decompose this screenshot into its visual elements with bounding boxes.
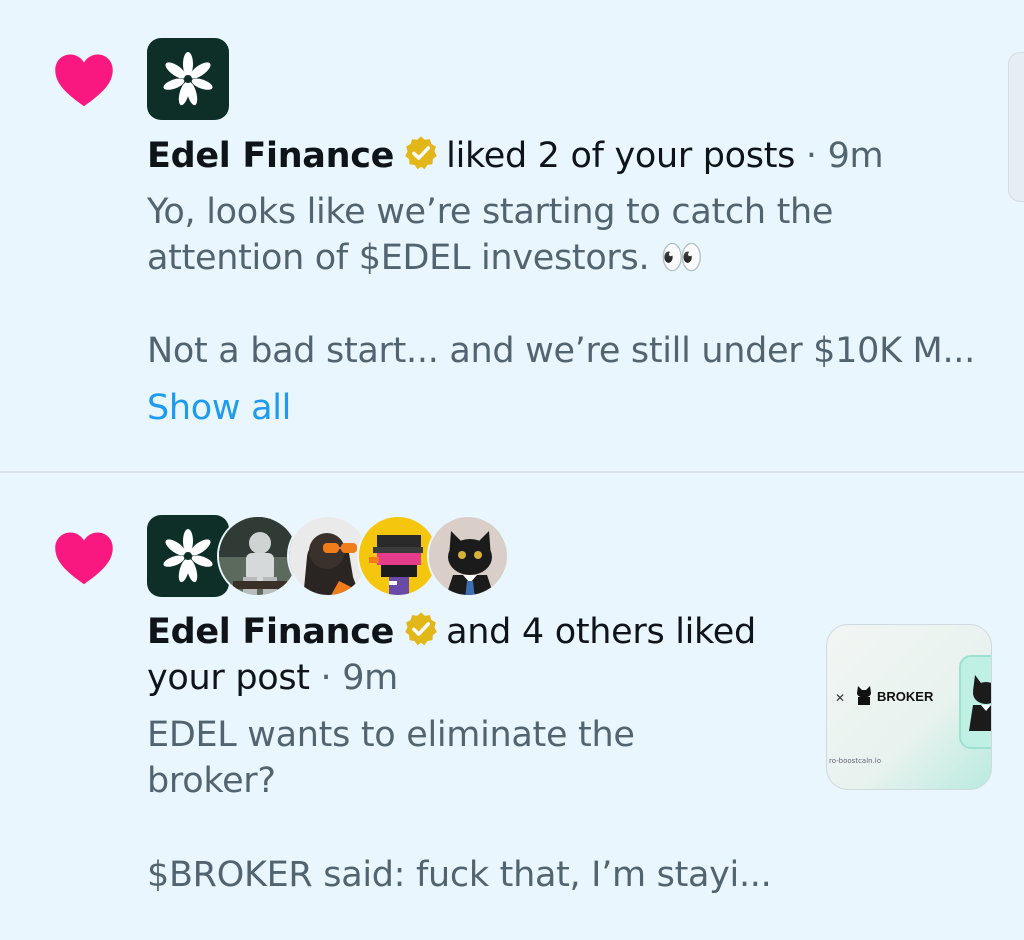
edel-finance-avatar[interactable] (147, 38, 229, 120)
scrollbar-handle[interactable] (1008, 52, 1024, 202)
media-title: BROKER (877, 689, 934, 704)
notification-action: your post (147, 658, 310, 698)
notification-header: Edel Finance and 4 others liked (147, 609, 756, 655)
post-preview-line: Not a bad start... and we’re still under… (147, 331, 975, 371)
separator: · (320, 658, 332, 698)
verified-badge-icon (405, 136, 437, 170)
actor-name[interactable]: Edel Finance (147, 612, 394, 652)
heart-icon (55, 54, 113, 107)
notification-item[interactable]: Edel Finance liked 2 of your posts · 9m Y… (0, 0, 1024, 472)
verified-badge-icon (405, 612, 437, 646)
user-avatar[interactable] (427, 515, 509, 597)
heart-icon (55, 532, 113, 585)
post-preview-line: attention of $EDEL investors. 👀 (147, 238, 704, 278)
actor-name[interactable]: Edel Finance (147, 136, 394, 176)
post-media-thumbnail[interactable]: ✕ BROKER ro-boostcaln.lo (826, 624, 992, 790)
edel-logo-icon (163, 52, 213, 106)
cat-avatar-image (429, 517, 507, 595)
media-caption: ro-boostcaln.lo (829, 757, 882, 765)
cat-illustration-icon (969, 675, 991, 731)
edel-logo-icon (163, 529, 213, 583)
post-preview-line: $BROKER said: fuck that, I’m stayi... (147, 855, 772, 895)
post-preview-line: broker? (147, 761, 276, 801)
notification-action: liked 2 of your posts (446, 136, 796, 176)
separator: · (805, 136, 817, 176)
cat-logo-icon (857, 686, 871, 705)
post-preview-line: EDEL wants to eliminate the (147, 715, 635, 755)
x-logo-icon: ✕ (835, 691, 846, 705)
post-preview-line: Yo, looks like we’re starting to catch t… (147, 192, 834, 232)
notification-action: and 4 others liked (446, 612, 756, 652)
notification-header: Edel Finance liked 2 of your posts · 9m (147, 133, 884, 179)
timestamp[interactable]: 9m (342, 658, 398, 698)
show-all-link[interactable]: Show all (147, 385, 291, 431)
timestamp[interactable]: 9m (828, 136, 884, 176)
media-card (959, 655, 991, 749)
notification-header-cont: your post · 9m (147, 655, 398, 701)
